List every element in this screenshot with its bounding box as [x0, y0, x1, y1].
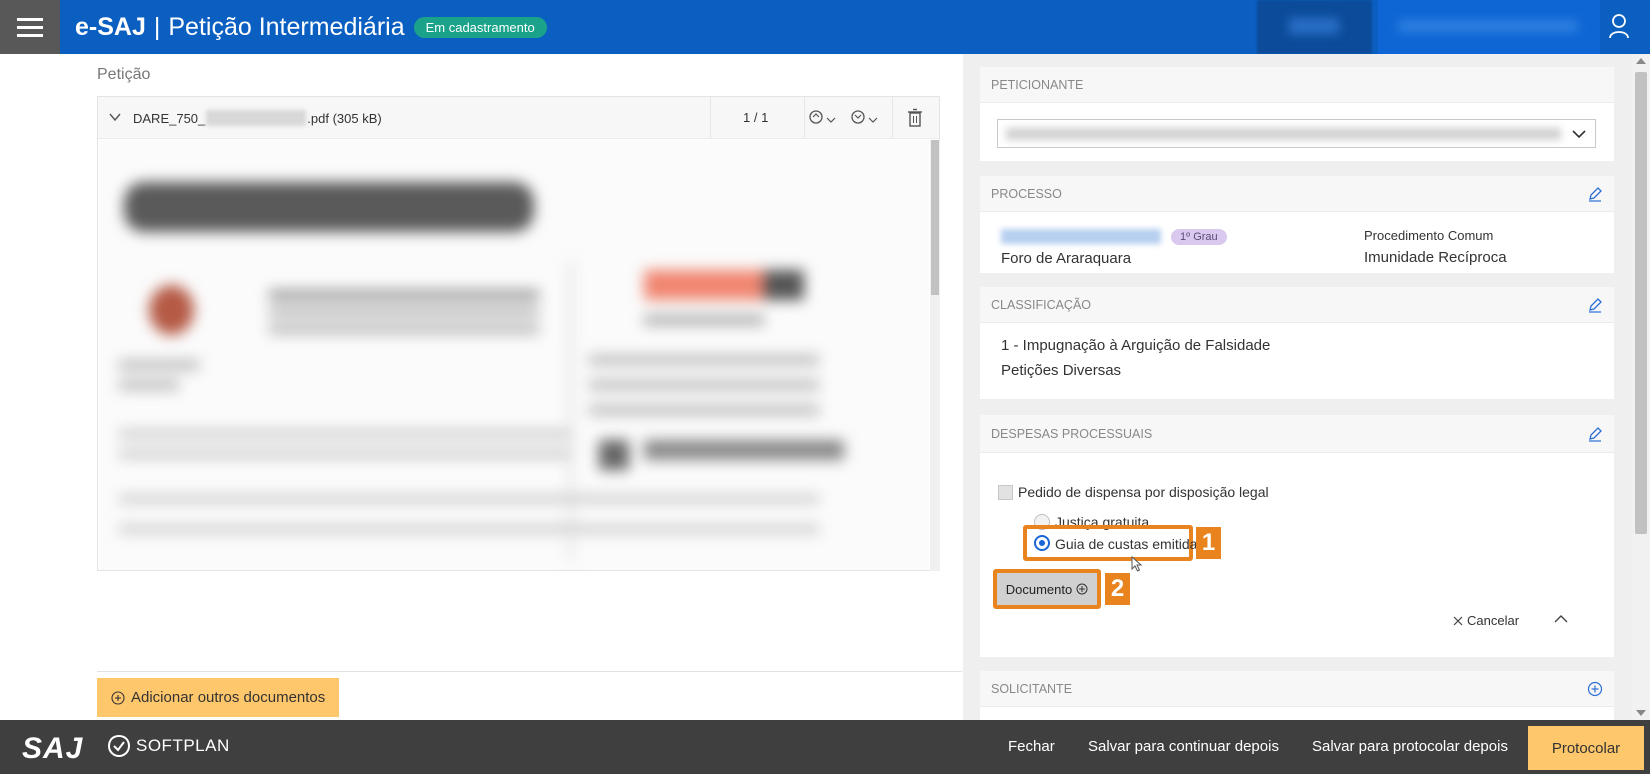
dispensa-checkbox[interactable] [998, 485, 1013, 500]
redacted-filename [206, 110, 307, 126]
add-documents-label: Adicionar outros documentos [131, 689, 326, 706]
plus-circle-icon [1076, 583, 1088, 595]
classificacao-title: CLASSIFICAÇÃO [991, 297, 1092, 312]
documento-label: Documento [1005, 581, 1073, 597]
cancel-label: Cancelar [1467, 613, 1520, 628]
footer-bar: SAJ SOFTPLAN Fechar Salvar para continua… [0, 720, 1650, 774]
divider [97, 671, 962, 672]
card-header: PETICIONANTE [980, 67, 1614, 103]
documento-button[interactable]: Documento [997, 573, 1097, 605]
cancel-button[interactable]: Cancelar [1452, 613, 1519, 628]
dispensa-label: Pedido de dispensa por disposição legal [1018, 484, 1269, 500]
status-badge: Em cadastramento [413, 17, 547, 38]
scroll-up-icon[interactable] [1636, 58, 1646, 64]
card-header: CLASSIFICAÇÃO [980, 287, 1614, 323]
peticionante-select[interactable] [997, 119, 1596, 148]
scroll-down-icon[interactable] [1636, 710, 1646, 716]
document-name-prefix: DARE_750_ [133, 110, 206, 126]
right-panel: PETICIONANTE PROCESSO 1º Grau Foro de Ar… [963, 54, 1632, 720]
divider [892, 97, 893, 139]
card-header: DESPESAS PROCESSUAIS [980, 415, 1614, 453]
divider [710, 97, 711, 139]
protocolar-button[interactable]: Protocolar [1528, 726, 1644, 770]
rotate-left-icon[interactable] [808, 108, 844, 128]
processo-title: PROCESSO [991, 186, 1062, 201]
plus-circle-icon[interactable] [1587, 681, 1603, 697]
pencil-icon[interactable] [1587, 426, 1603, 442]
redacted-process-number [1001, 229, 1161, 244]
plus-circle-icon [111, 690, 125, 705]
classe-name: Imunidade Recíproca [1364, 249, 1507, 266]
preview-scroll-thumb[interactable] [931, 140, 939, 295]
divider [804, 97, 805, 139]
processo-card: PROCESSO 1º Grau Foro de Araraquara Proc… [980, 176, 1614, 273]
rotate-right-icon[interactable] [850, 108, 886, 128]
user-icon[interactable] [1608, 13, 1630, 39]
card-header: SOLICITANTE [980, 671, 1614, 707]
hamburger-menu-icon[interactable] [0, 0, 60, 54]
redacted-selected-value [1006, 128, 1561, 140]
chevron-down-icon [1572, 130, 1586, 139]
peticionante-card: PETICIONANTE [980, 67, 1614, 161]
chevron-down-icon[interactable] [108, 110, 122, 124]
softplan-logo-text: SOFTPLAN [136, 736, 230, 755]
grau-badge: 1º Grau [1171, 229, 1227, 245]
solicitante-card: SOLICITANTE [980, 671, 1614, 720]
mouse-cursor-icon [1131, 556, 1143, 572]
document-name-suffix: .pdf (305 kB) [307, 110, 382, 126]
redacted-court-logo [1257, 0, 1372, 54]
section-title: Petição [97, 66, 151, 83]
trash-icon[interactable] [907, 108, 923, 128]
preview-scrollbar[interactable] [930, 140, 940, 571]
step-badge-2: 2 [1105, 573, 1130, 605]
document-name: DARE_750_ .pdf (305 kB) [133, 110, 382, 126]
document-viewer: DARE_750_ .pdf (305 kB) 1 / 1 [97, 96, 940, 571]
solicitante-title: SOLICITANTE [991, 681, 1073, 696]
document-header: DARE_750_ .pdf (305 kB) 1 / 1 [98, 97, 939, 139]
top-bar: e-SAJ | Petição Intermediária Em cadastr… [0, 0, 1650, 54]
softplan-logo: SOFTPLAN [107, 734, 230, 758]
brand: e-SAJ | Petição Intermediária Em cadastr… [75, 13, 547, 42]
page-scroll-thumb[interactable] [1635, 72, 1647, 534]
despesas-card: DESPESAS PROCESSUAIS Pedido de dispensa … [980, 415, 1614, 657]
pencil-icon[interactable] [1587, 186, 1603, 202]
salvar-protocolar-button[interactable]: Salvar para protocolar depois [1312, 738, 1508, 755]
classificacao-card: CLASSIFICAÇÃO 1 - Impugnação à Arguição … [980, 287, 1614, 399]
saj-logo: SAJ [22, 732, 84, 765]
page-counter: 1 / 1 [743, 110, 769, 125]
page-title: Petição Intermediária [168, 13, 405, 41]
pencil-icon[interactable] [1587, 297, 1603, 313]
step-badge-1: 1 [1196, 527, 1221, 559]
close-icon [1453, 616, 1463, 625]
softplan-logo-icon [107, 734, 131, 758]
guia-custas-label: Guia de custas emitida [1055, 536, 1198, 552]
chevron-up-icon[interactable] [1553, 611, 1569, 627]
despesas-title: DESPESAS PROCESSUAIS [991, 426, 1153, 441]
classificacao-line-1: 1 - Impugnação à Arguição de Falsidade [1001, 337, 1271, 354]
add-documents-button[interactable]: Adicionar outros documentos [97, 678, 340, 717]
procedimento-label: Procedimento Comum [1364, 228, 1494, 243]
blurred-document-preview [99, 140, 929, 570]
card-header: PROCESSO [980, 176, 1614, 212]
redacted-user-info [1378, 0, 1600, 54]
title-separator: | [153, 13, 161, 41]
radio-guia-custas[interactable] [1034, 535, 1050, 551]
peticionante-title: PETICIONANTE [991, 77, 1084, 92]
classificacao-line-2: Petições Diversas [1001, 362, 1122, 379]
page-scrollbar[interactable] [1632, 54, 1650, 720]
fechar-button[interactable]: Fechar [1008, 738, 1055, 755]
app-name: e-SAJ [75, 13, 146, 41]
foro-name: Foro de Araraquara [1001, 250, 1132, 267]
salvar-continuar-button[interactable]: Salvar para continuar depois [1088, 738, 1279, 755]
